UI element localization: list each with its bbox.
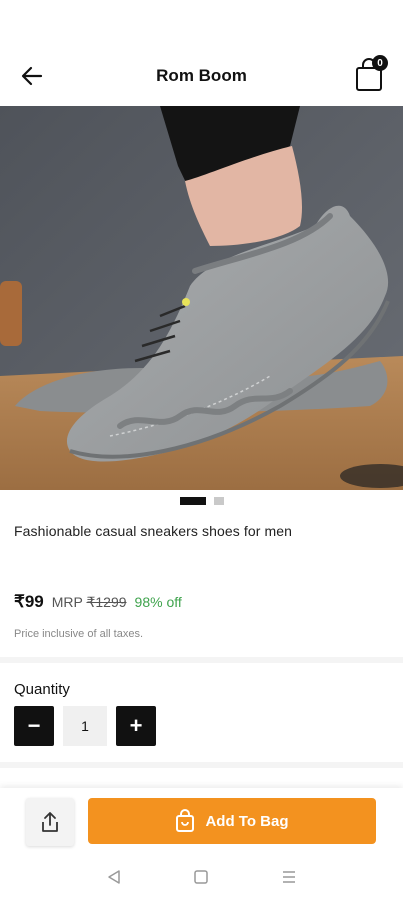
section-divider bbox=[0, 657, 403, 663]
section-divider bbox=[0, 762, 403, 768]
system-nav-bar bbox=[0, 854, 403, 900]
bag-count-badge: 0 bbox=[372, 55, 388, 71]
quantity-stepper: − 1 + bbox=[14, 706, 156, 746]
product-photo bbox=[0, 106, 403, 490]
quantity-label: Quantity bbox=[14, 681, 70, 698]
carousel-dot[interactable] bbox=[213, 497, 224, 505]
product-name: Fashionable casual sneakers shoes for me… bbox=[14, 523, 293, 539]
add-to-bag-button[interactable]: Add To Bag bbox=[88, 798, 376, 844]
add-to-bag-label: Add To Bag bbox=[205, 812, 289, 830]
nav-back-button[interactable] bbox=[104, 867, 124, 887]
mrp-label: MRP bbox=[51, 594, 83, 610]
app-header: Rom Boom 0 bbox=[0, 46, 403, 106]
nav-home-button[interactable] bbox=[191, 867, 211, 887]
increase-quantity-button[interactable]: + bbox=[116, 706, 156, 746]
image-carousel-indicator bbox=[0, 497, 403, 505]
share-icon bbox=[42, 812, 58, 832]
home-square-icon bbox=[194, 870, 209, 884]
sale-price: ₹99 bbox=[14, 592, 44, 611]
share-button[interactable] bbox=[26, 798, 74, 846]
bottom-action-bar: Add To Bag bbox=[0, 788, 403, 854]
decrease-quantity-button[interactable]: − bbox=[14, 706, 54, 746]
price-row: ₹99 MRP ₹1299 98% off bbox=[14, 592, 182, 612]
tax-note: Price inclusive of all taxes. bbox=[14, 628, 143, 640]
page-title: Rom Boom bbox=[156, 66, 247, 85]
nav-menu-button[interactable] bbox=[279, 867, 299, 887]
carousel-dot-active[interactable] bbox=[179, 497, 206, 505]
menu-lines-icon bbox=[283, 871, 296, 883]
discount-badge: 98% off bbox=[134, 594, 182, 610]
bag-icon bbox=[176, 809, 195, 832]
mrp: MRP ₹1299 bbox=[52, 594, 127, 611]
quantity-value: 1 bbox=[63, 706, 107, 746]
product-image[interactable] bbox=[0, 106, 403, 490]
mrp-value: ₹1299 bbox=[86, 594, 127, 610]
back-triangle-icon bbox=[108, 870, 120, 884]
bag-button[interactable]: 0 bbox=[355, 55, 388, 92]
